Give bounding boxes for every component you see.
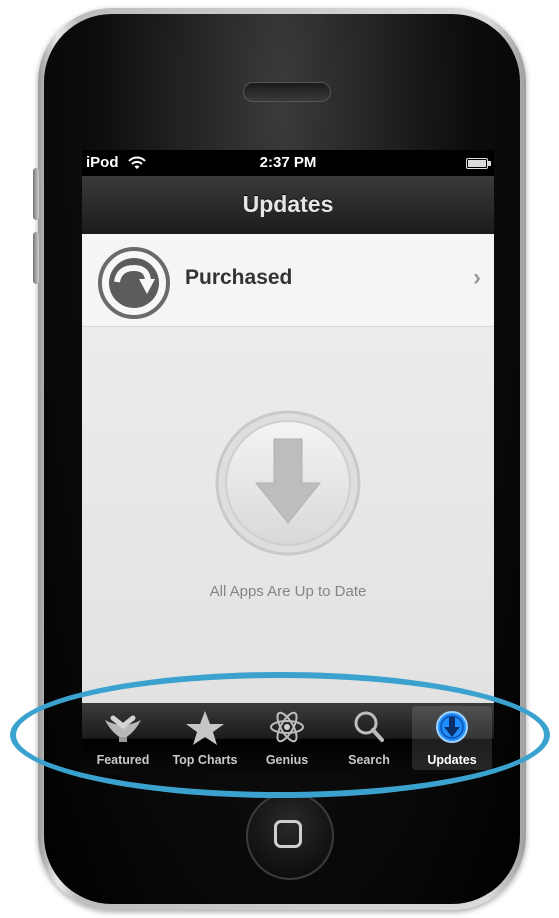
home-square-icon (274, 820, 302, 848)
volume-up-button (33, 168, 39, 220)
purchased-row[interactable]: Purchased › (82, 234, 494, 327)
earpiece-speaker (243, 82, 331, 102)
volume-down-button (33, 232, 39, 284)
status-bar: iPod 2:37 PM (82, 150, 494, 176)
purchased-icon (97, 246, 171, 325)
page-title: Updates (242, 191, 334, 217)
home-button[interactable] (246, 792, 334, 880)
download-arrow-icon (214, 409, 362, 562)
up-to-date-message: All Apps Are Up to Date (209, 583, 367, 600)
status-time: 2:37 PM (259, 154, 317, 171)
tab-bar-highlight-annotation (10, 672, 550, 798)
navigation-bar: Updates (82, 176, 494, 235)
updates-empty-state: All Apps Are Up to Date (82, 327, 494, 703)
chevron-right-icon: › (473, 264, 481, 291)
battery-icon (466, 158, 491, 169)
purchased-label: Purchased (185, 266, 293, 289)
